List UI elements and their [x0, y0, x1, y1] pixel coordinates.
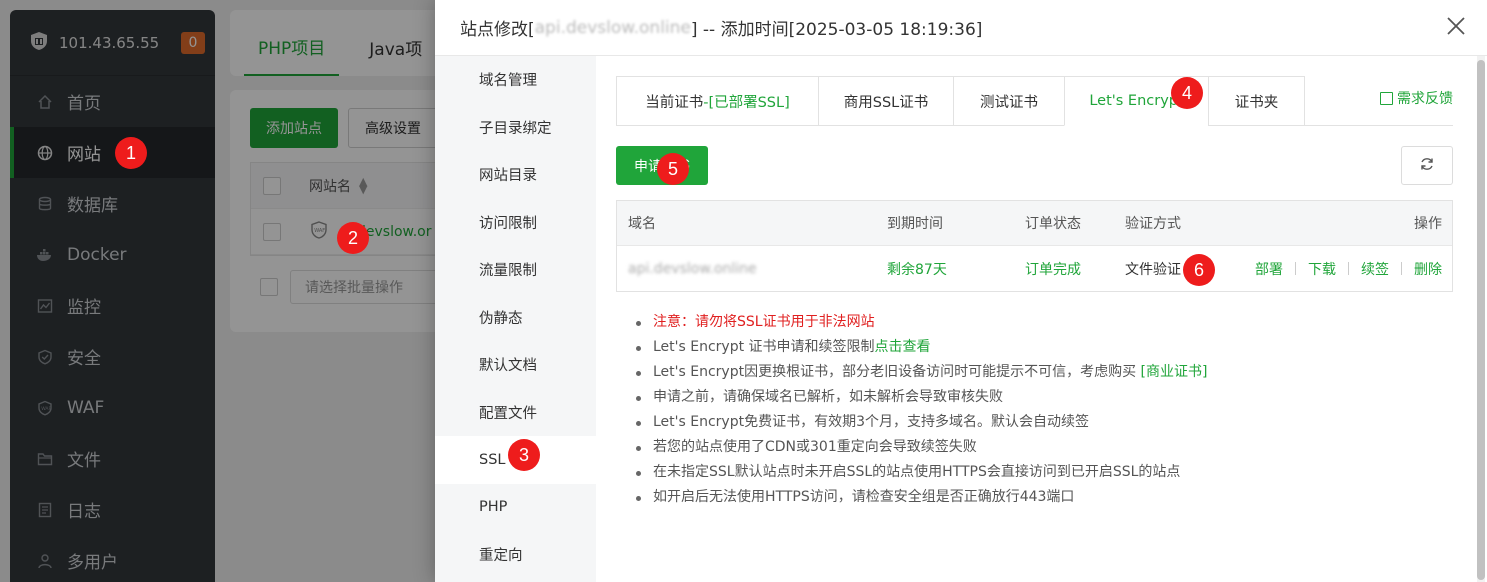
refresh-icon	[1419, 156, 1435, 176]
close-icon[interactable]	[1445, 15, 1467, 37]
tab-commercial-ssl[interactable]: 商用SSL证书	[818, 76, 954, 126]
feedback-link[interactable]: 需求反馈	[1380, 88, 1453, 108]
menu-default-doc[interactable]: 默认文档	[435, 341, 596, 389]
cert-table-header: 域名 到期时间 订单状态 验证方式 操作	[617, 201, 1452, 246]
note-item: Let's Encrypt免费证书，有效期3个月，支持多域名。默认会自动续签	[634, 410, 1207, 435]
title-suffix: ] -- 添加时间[2025-03-05 18:19:36]	[690, 20, 983, 40]
col-domain: 域名	[628, 216, 656, 232]
menu-site-directory[interactable]: 网站目录	[435, 151, 596, 199]
step-marker-1: 1	[115, 137, 147, 169]
order-status: 订单完成	[1025, 261, 1081, 278]
note-item: 如开启后无法使用HTTPS访问，请检查安全组是否正确放行443端口	[634, 485, 1207, 510]
edit-icon	[1380, 91, 1393, 105]
note-item: 注意：请勿将SSL证书用于非法网站	[634, 310, 1207, 335]
note-item: 在未指定SSL默认站点时未开启SSL的站点使用HTTPS会直接访问到已开启SSL…	[634, 460, 1207, 485]
cert-domain: api.devslow.online	[628, 260, 757, 277]
note-item: 若您的站点使用了CDN或301重定向会导致续签失败	[634, 435, 1207, 460]
col-operations: 操作	[1414, 216, 1442, 232]
scrollbar[interactable]	[1477, 56, 1485, 582]
step-marker-2: 2	[337, 222, 369, 254]
refresh-button[interactable]	[1401, 146, 1453, 185]
site-edit-dialog: 站点修改[api.devslow.online] -- 添加时间[2025-03…	[435, 0, 1487, 582]
verify-method: 文件验证	[1125, 261, 1181, 278]
view-limits-link[interactable]: 点击查看	[875, 339, 931, 355]
ssl-panel: 当前证书 -[已部署SSL] 商用SSL证书 测试证书 Let's Encryp…	[616, 76, 1453, 505]
renew-link[interactable]: 续签	[1361, 259, 1389, 279]
scrollbar-thumb[interactable]	[1477, 60, 1485, 580]
feedback-label: 需求反馈	[1397, 91, 1453, 107]
note-text: Let's Encrypt 证书申请和续签限制	[653, 339, 875, 355]
deploy-link[interactable]: 部署	[1255, 259, 1283, 279]
tab-test-cert[interactable]: 测试证书	[953, 76, 1065, 126]
dialog-menu: 域名管理 子目录绑定 网站目录 访问限制 流量限制 伪静态 默认文档 配置文件 …	[435, 56, 596, 582]
dialog-title: 站点修改[api.devslow.online] -- 添加时间[2025-03…	[435, 0, 1487, 56]
tab-label: 当前证书	[645, 94, 704, 111]
title-domain: api.devslow.online	[534, 17, 691, 38]
col-expiry: 到期时间	[887, 216, 943, 232]
note-text: Let's Encrypt因更换根证书，部分老旧设备访问时可能提示不可信，考虑购…	[653, 364, 1141, 380]
row-actions: 部署 下载 续签 删除	[1255, 259, 1442, 279]
table-row: api.devslow.online 剩余87天 订单完成 文件验证 部署 下载…	[617, 246, 1452, 291]
menu-php[interactable]: PHP	[435, 484, 596, 532]
delete-link[interactable]: 删除	[1414, 259, 1442, 279]
commercial-cert-link[interactable]: [商业证书]	[1141, 364, 1208, 380]
menu-redirect[interactable]: 重定向	[435, 531, 596, 579]
menu-subdir-binding[interactable]: 子目录绑定	[435, 104, 596, 152]
cert-expiry: 剩余87天	[887, 261, 947, 278]
cert-table: 域名 到期时间 订单状态 验证方式 操作 api.devslow.online …	[616, 200, 1453, 292]
menu-traffic-limit[interactable]: 流量限制	[435, 246, 596, 294]
note-item: Let's Encrypt因更换根证书，部分老旧设备访问时可能提示不可信，考虑购…	[634, 360, 1207, 385]
step-marker-6: 6	[1183, 254, 1215, 286]
note-item: 申请之前，请确保域名已解析，如未解析会导致审核失败	[634, 385, 1207, 410]
ssl-deployed-status: -[已部署SSL]	[703, 94, 790, 111]
menu-access-limit[interactable]: 访问限制	[435, 199, 596, 247]
download-link[interactable]: 下载	[1308, 259, 1336, 279]
tab-cert-folder[interactable]: 证书夹	[1208, 76, 1305, 126]
menu-config-file[interactable]: 配置文件	[435, 389, 596, 437]
ssl-tabs: 当前证书 -[已部署SSL] 商用SSL证书 测试证书 Let's Encryp…	[616, 76, 1453, 126]
menu-domain-management[interactable]: 域名管理	[435, 56, 596, 104]
note-item: Let's Encrypt 证书申请和续签限制点击查看	[634, 335, 1207, 360]
tab-current-cert[interactable]: 当前证书 -[已部署SSL]	[616, 76, 819, 126]
step-marker-4: 4	[1171, 77, 1203, 109]
step-marker-5: 5	[657, 153, 689, 185]
col-verify: 验证方式	[1125, 216, 1181, 232]
menu-rewrite[interactable]: 伪静态	[435, 294, 596, 342]
notes-list: 注意：请勿将SSL证书用于非法网站 Let's Encrypt 证书申请和续签限…	[634, 310, 1207, 510]
col-status: 订单状态	[1025, 216, 1081, 232]
step-marker-3: 3	[508, 439, 540, 471]
title-prefix: 站点修改[	[460, 20, 535, 40]
